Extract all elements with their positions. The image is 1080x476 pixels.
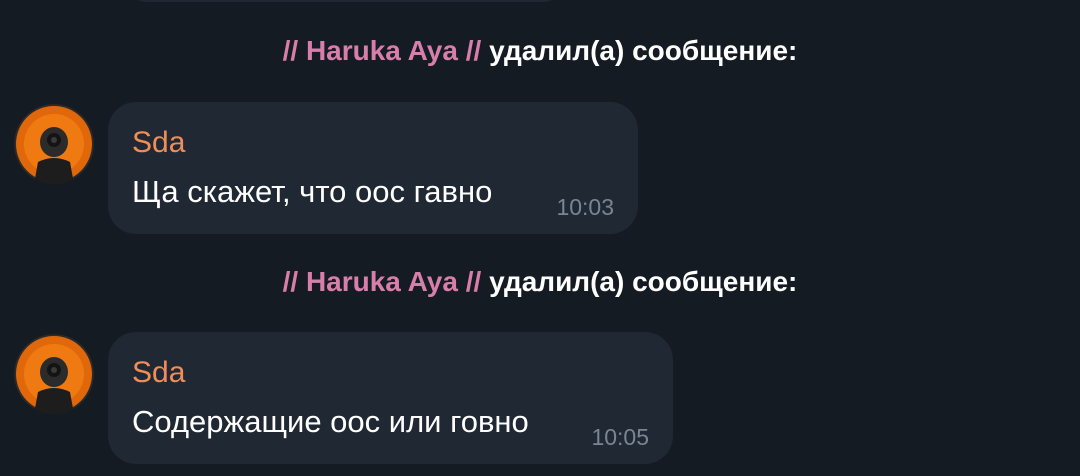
deleted-message-notice: // Haruka Aya // удалил(а) сообщение: — [0, 266, 1080, 298]
previous-message-bubble-edge — [130, 0, 560, 2]
avatar[interactable] — [14, 104, 94, 184]
notice-action-text: удалил(а) сообщение: — [489, 266, 798, 297]
message-text: Ща скажет, что оос гавно — [132, 174, 493, 209]
message-bubble[interactable]: Sda Ща скажет, что оос гавно 10:03 — [108, 102, 638, 234]
message-text: Содержащие оос или говно — [132, 404, 529, 439]
deleted-message-notice: // Haruka Aya // удалил(а) сообщение: — [0, 35, 1080, 67]
message-bubble[interactable]: Sda Содержащие оос или говно 10:05 — [108, 332, 673, 464]
notice-prefix: // — [282, 35, 299, 66]
sender-name[interactable]: Sda — [132, 126, 185, 160]
message-time: 10:03 — [556, 194, 614, 220]
notice-user-link[interactable]: // Haruka Aya // — [283, 266, 482, 297]
sender-name[interactable]: Sda — [132, 356, 185, 390]
avatar-image — [14, 334, 94, 414]
notice-action-text: удалил(а) сообщение: — [489, 35, 798, 66]
notice-prefix: // — [282, 266, 299, 297]
avatar[interactable] — [14, 334, 94, 414]
notice-suffix: // — [465, 266, 482, 297]
avatar-image — [14, 104, 94, 184]
notice-user-name: Haruka Aya — [305, 35, 458, 66]
notice-user-link[interactable]: // Haruka Aya // — [283, 35, 482, 66]
message-time: 10:05 — [591, 424, 649, 450]
notice-user-name: Haruka Aya — [305, 266, 458, 297]
notice-suffix: // — [465, 35, 482, 66]
